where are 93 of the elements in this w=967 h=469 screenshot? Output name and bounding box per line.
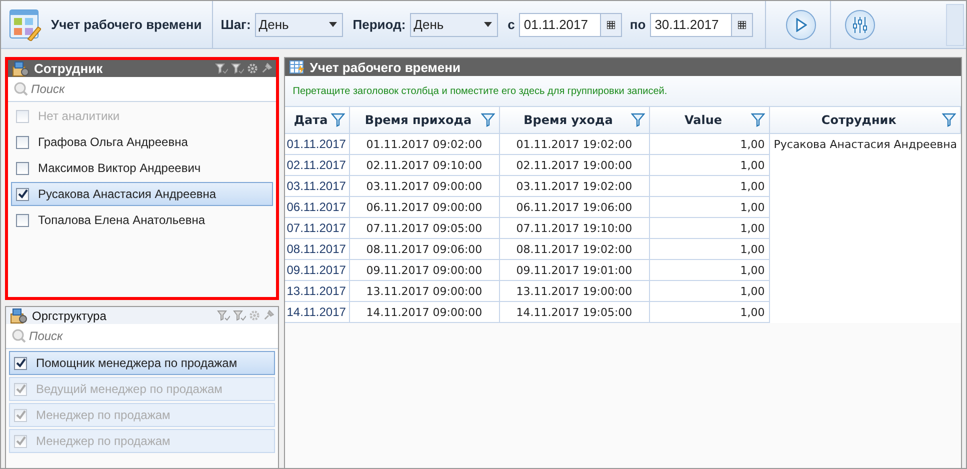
table-cell: 01.11.2017 (284, 134, 350, 155)
table-cell: 06.11.2017 09:00:00 (350, 197, 500, 218)
table-cell: 02.11.2017 (284, 155, 350, 176)
play-icon (794, 18, 807, 32)
search-field[interactable]: Поиск (6, 324, 278, 349)
table-cell: 08.11.2017 (284, 239, 350, 260)
table-cell: 09.11.2017 (284, 260, 350, 281)
settings-icon[interactable] (248, 310, 260, 321)
table-cell: 1,00 (650, 218, 770, 239)
table-cell: 14.11.2017 (284, 302, 350, 323)
calendar-icon[interactable] (738, 20, 746, 28)
run-button[interactable] (786, 10, 816, 40)
period-label: Период: (352, 17, 406, 32)
calendar-icon[interactable] (606, 20, 615, 28)
table-cell: 01.11.2017 19:02:00 (500, 134, 650, 155)
search-field[interactable]: Поиск (8, 77, 276, 102)
search-input[interactable]: Поиск (29, 327, 229, 345)
column-header[interactable]: Время ухода (500, 106, 650, 134)
table-cell: 1,00 (650, 197, 770, 218)
table-cell: 1,00 (650, 281, 770, 302)
column-header[interactable]: Дата (284, 106, 350, 134)
table-cell: 1,00 (650, 134, 770, 155)
pin-icon[interactable] (260, 63, 272, 74)
panel-title: Сотрудник (34, 61, 104, 76)
app-title: Учет рабочего времени (51, 17, 202, 32)
list-item[interactable]: Русакова Анастасия Андреевна (11, 182, 273, 206)
table-cell: 13.11.2017 (284, 281, 350, 302)
table-cell: 13.11.2017 09:00:00 (350, 281, 500, 302)
table-cell: 1,00 (650, 302, 770, 323)
table-cell: 03.11.2017 (284, 176, 350, 197)
table-cell: 1,00 (650, 260, 770, 281)
settings-button[interactable] (844, 10, 875, 40)
table-cell: 1,00 (650, 239, 770, 260)
group-hint: Перетащите заголовок столбца и поместите его здесь для группировки записей. (284, 76, 961, 106)
filter-icon[interactable] (630, 113, 645, 127)
table-cell: 08.11.2017 19:02:00 (500, 239, 650, 260)
sliders-icon (852, 16, 868, 34)
table-cell: 14.11.2017 19:05:00 (500, 302, 650, 323)
table-cell: 07.11.2017 (284, 218, 350, 239)
checkbox[interactable] (16, 136, 29, 148)
table-cell: 01.11.2017 09:02:00 (350, 134, 500, 155)
column-header[interactable]: Сотрудник (770, 106, 961, 134)
filter-icon[interactable] (330, 113, 345, 127)
table-cell: 02.11.2017 19:00:00 (500, 155, 650, 176)
table-cell: 1,00 (650, 176, 770, 197)
table-cell: 09.11.2017 19:01:00 (500, 260, 650, 281)
table-cell: 03.11.2017 09:00:00 (350, 176, 500, 197)
from-label: с (508, 17, 515, 32)
list-item[interactable]: Максимов Виктор Андреевич (11, 156, 273, 180)
search-input[interactable]: Поиск (31, 80, 231, 98)
list-item[interactable]: Помощник менеджера по продажам (9, 351, 275, 375)
filter-icon[interactable] (942, 113, 956, 127)
step-label: Шаг: (220, 17, 251, 32)
column-header[interactable]: Value (650, 106, 770, 134)
table-cell: 14.11.2017 09:00:00 (350, 302, 500, 323)
checkbox[interactable] (16, 188, 29, 200)
column-header[interactable]: Время прихода (350, 106, 500, 134)
table-cell-text: Русакова Анастасия Андреевна (772, 137, 958, 153)
scroll-bar[interactable] (946, 4, 964, 46)
table-cell: 1,00 (650, 155, 770, 176)
from-date-field[interactable]: 01.11.2017 (518, 12, 622, 36)
checkbox[interactable] (16, 162, 29, 174)
search-icon (12, 329, 26, 343)
table-cell: 09.11.2017 09:00:00 (350, 260, 500, 281)
table-cell: 06.11.2017 (284, 197, 350, 218)
checkbox[interactable] (16, 214, 29, 226)
panel-icon (12, 60, 30, 76)
list-item[interactable]: Графова Ольга Андреевна (11, 130, 273, 154)
period-dropdown[interactable]: День (410, 12, 498, 36)
filter-check-icon[interactable] (216, 310, 230, 321)
table-cell: 02.11.2017 09:10:00 (350, 155, 500, 176)
table-cell: 06.11.2017 19:06:00 (500, 197, 650, 218)
pin-icon[interactable] (262, 310, 274, 321)
table-cell: 07.11.2017 19:10:00 (500, 218, 650, 239)
to-date-field[interactable]: 30.11.2017 (650, 12, 753, 36)
table-cell: 08.11.2017 09:06:00 (350, 239, 500, 260)
settings-icon[interactable] (246, 63, 258, 74)
checkbox[interactable] (14, 356, 27, 370)
to-label: по (630, 17, 646, 32)
dropdown-arrow-icon (328, 22, 337, 27)
filter-check-icon[interactable] (214, 63, 228, 74)
table-cell: 13.11.2017 19:00:00 (500, 281, 650, 302)
list-item[interactable]: Топалова Елена Анатольевна (11, 208, 273, 232)
table-cell: 07.11.2017 09:05:00 (350, 218, 500, 239)
table-icon (288, 60, 305, 74)
table-cell: 03.11.2017 19:02:00 (500, 176, 650, 197)
step-dropdown[interactable]: День (254, 12, 343, 36)
panel-title: Оргструктура (32, 308, 108, 322)
dropdown-arrow-icon (484, 22, 492, 27)
filter-icon[interactable] (750, 113, 765, 127)
grid-title: Учет рабочего времени (310, 60, 460, 74)
search-icon (14, 82, 28, 96)
filter-icon[interactable] (480, 113, 495, 127)
